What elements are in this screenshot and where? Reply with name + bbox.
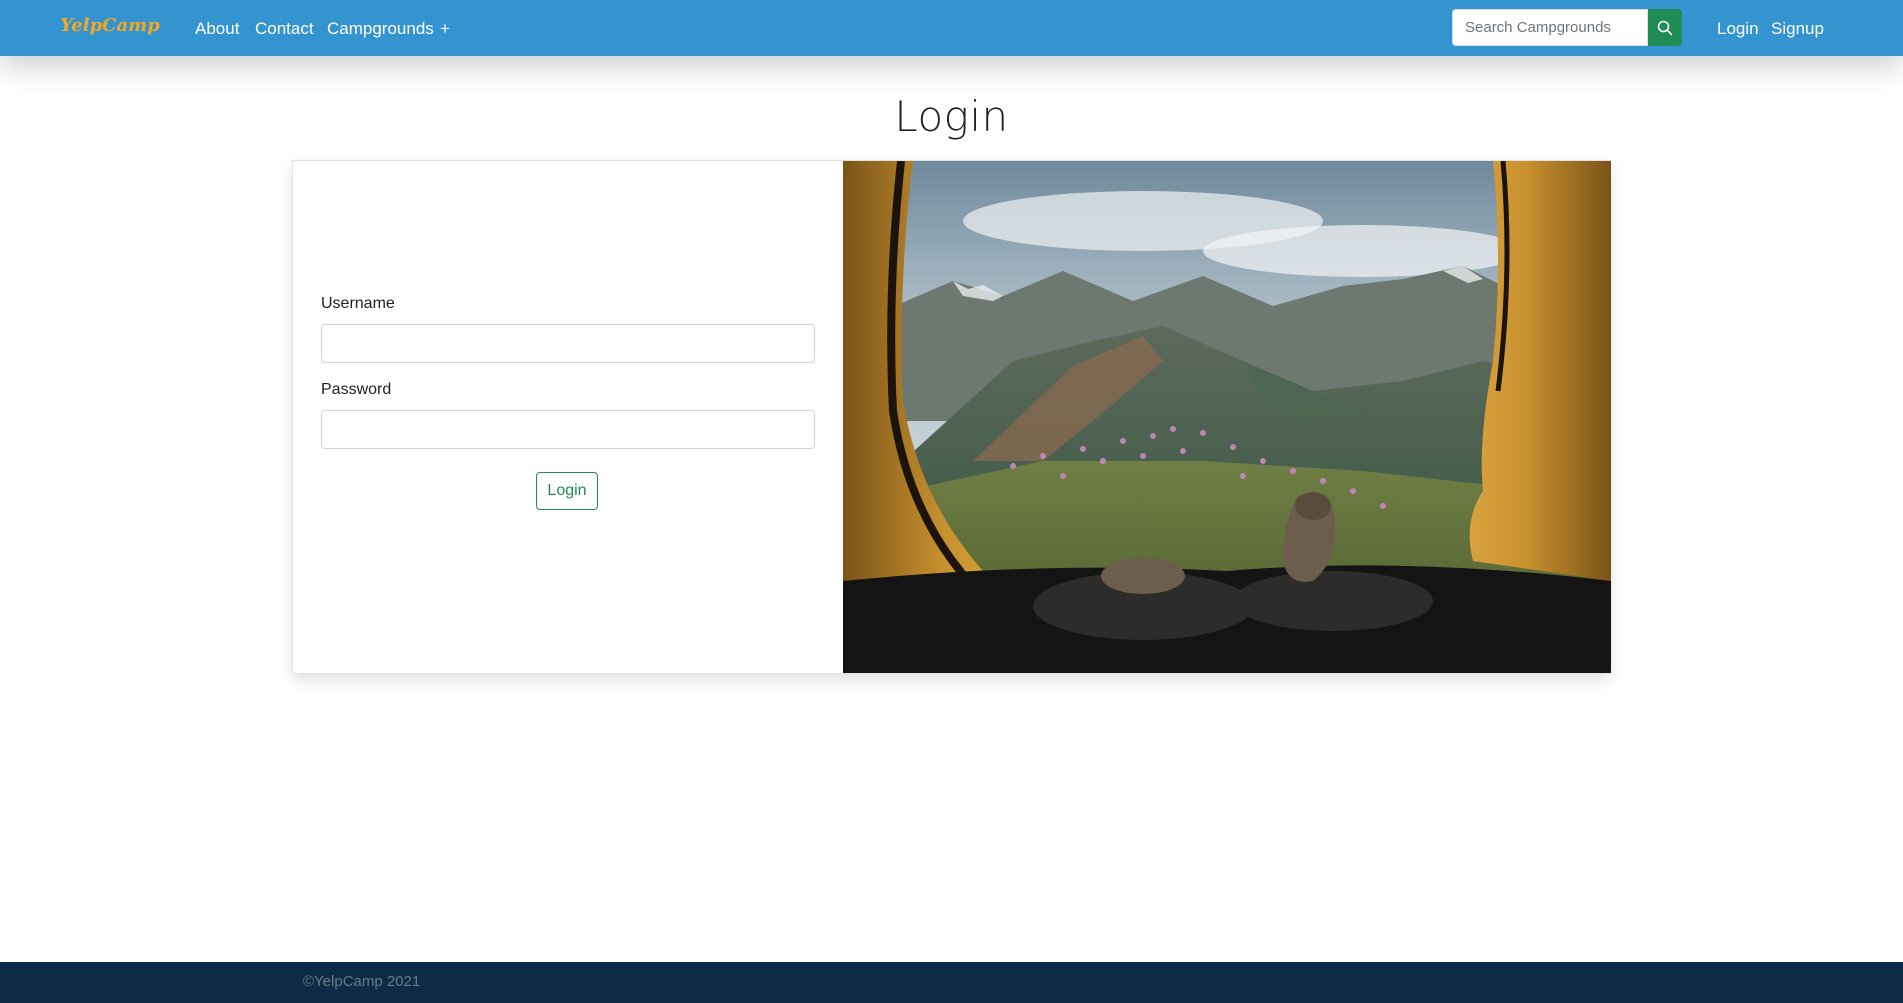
tent-mountain-photo: [843, 161, 1611, 673]
page-title: Login: [894, 92, 1009, 141]
footer-copyright: ©YelpCamp 2021: [303, 973, 421, 990]
brand-logo[interactable]: YelpCamp: [60, 15, 160, 36]
search-icon: [1657, 20, 1673, 36]
search-button[interactable]: [1648, 9, 1682, 46]
search-input[interactable]: [1452, 9, 1648, 46]
password-label: Password: [321, 381, 392, 398]
username-label: Username: [321, 295, 395, 312]
nav-link-about[interactable]: About: [195, 19, 239, 39]
nav-link-signup[interactable]: Signup: [1771, 19, 1824, 39]
nav-link-campgrounds[interactable]: Campgrounds: [327, 19, 434, 39]
nav-link-login[interactable]: Login: [1717, 19, 1759, 39]
login-form: Username Password Login: [293, 161, 843, 673]
nav-link-contact[interactable]: Contact: [255, 19, 314, 39]
navbar: YelpCamp About Contact Campgrounds + Log…: [0, 0, 1903, 56]
password-field[interactable]: [321, 410, 815, 449]
login-submit-button[interactable]: Login: [536, 472, 598, 510]
username-field[interactable]: [321, 324, 815, 363]
nav-link-new-campground[interactable]: +: [440, 19, 450, 39]
footer: ©YelpCamp 2021: [0, 962, 1903, 1003]
login-card: Username Password Login: [292, 160, 1611, 674]
